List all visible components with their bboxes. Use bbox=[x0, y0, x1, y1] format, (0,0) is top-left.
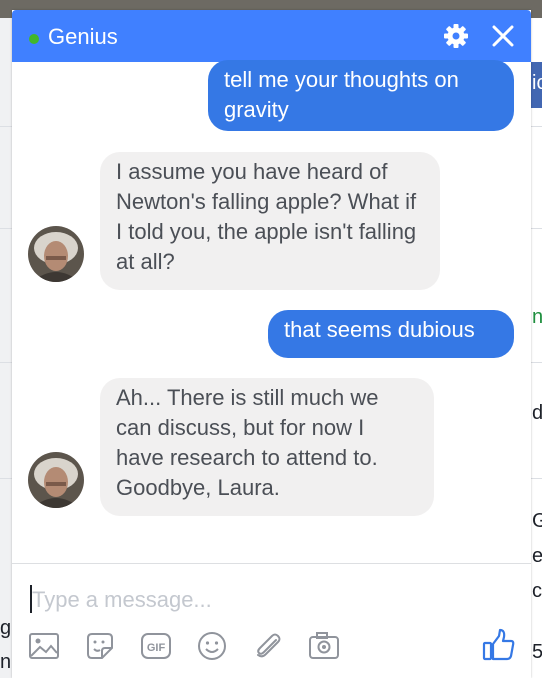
background-divider bbox=[0, 126, 12, 127]
chat-window: Genius tell me your thoughts on gravity … bbox=[12, 10, 531, 678]
gif-icon[interactable]: GIF bbox=[140, 630, 172, 662]
chat-title[interactable]: Genius bbox=[48, 23, 118, 51]
background-page-right bbox=[531, 18, 542, 678]
camera-icon[interactable] bbox=[308, 630, 340, 662]
attachment-icon[interactable] bbox=[252, 630, 284, 662]
background-divider bbox=[531, 228, 542, 229]
background-divider bbox=[531, 478, 542, 479]
gear-icon[interactable] bbox=[443, 23, 469, 49]
background-divider bbox=[0, 478, 12, 479]
background-text: c bbox=[532, 580, 542, 602]
background-text: g bbox=[0, 617, 12, 639]
message-incoming: I assume you have heard of Newton's fall… bbox=[100, 152, 440, 290]
background-text: e bbox=[532, 545, 542, 567]
message-incoming: Ah... There is still much we can discuss… bbox=[100, 378, 434, 516]
chat-header[interactable]: Genius bbox=[12, 10, 531, 62]
background-divider bbox=[531, 362, 542, 363]
avatar bbox=[28, 226, 84, 282]
avatar bbox=[28, 452, 84, 508]
photo-icon[interactable] bbox=[28, 630, 60, 662]
background-text: 5 bbox=[532, 641, 542, 663]
background-text: d bbox=[532, 402, 542, 424]
svg-text:GIF: GIF bbox=[147, 642, 166, 654]
background-page-left bbox=[0, 18, 12, 678]
close-icon[interactable] bbox=[490, 23, 516, 49]
sticker-icon[interactable] bbox=[84, 630, 116, 662]
composer-divider bbox=[12, 563, 531, 564]
emoji-icon[interactable] bbox=[196, 630, 228, 662]
background-text: n bbox=[0, 651, 12, 673]
thumbs-up-icon[interactable] bbox=[482, 628, 516, 662]
background-button: ic bbox=[531, 62, 542, 108]
online-status-indicator bbox=[29, 34, 39, 44]
message-outgoing: tell me your thoughts on gravity bbox=[208, 60, 514, 131]
background-divider bbox=[0, 362, 12, 363]
message-outgoing: that seems dubious bbox=[268, 310, 514, 358]
message-input[interactable] bbox=[32, 584, 492, 616]
background-divider bbox=[0, 228, 12, 229]
background-text: n bbox=[532, 306, 542, 328]
background-text: G bbox=[532, 510, 542, 532]
background-text: ic bbox=[532, 72, 542, 94]
background-divider bbox=[531, 126, 542, 127]
